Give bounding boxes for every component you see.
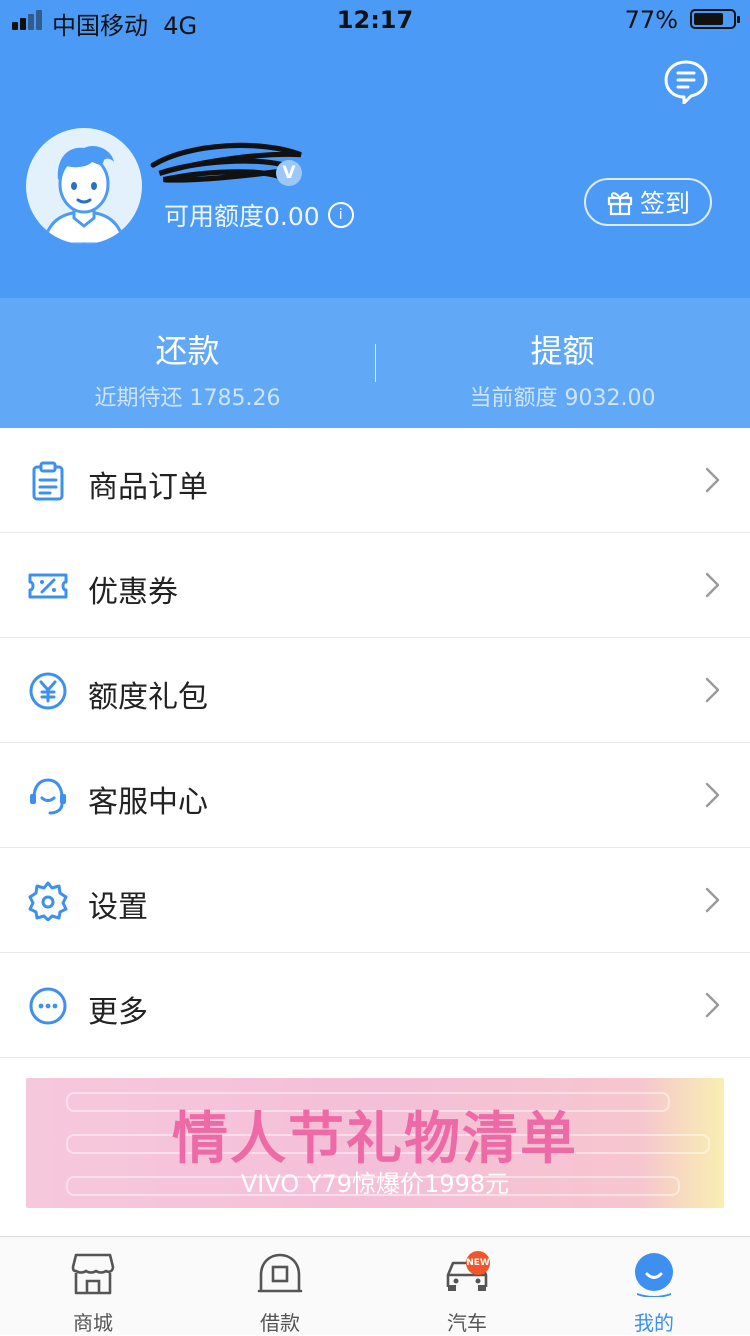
menu-item-coupons[interactable]: 优惠券 — [0, 533, 750, 638]
menu-item-label: 商品订单 — [88, 470, 208, 505]
banner-subline: VIVO Y79惊爆价1998元 — [240, 1170, 510, 1198]
raise-limit-action[interactable]: 提额 当前额度 9032.00 — [375, 298, 750, 412]
verified-badge: V — [276, 160, 302, 186]
checkin-label: 签到 — [639, 189, 690, 218]
tab-label: 汽车 — [447, 1311, 487, 1335]
coupon-icon — [28, 573, 68, 599]
raise-limit-subtitle: 当前额度 9032.00 — [469, 386, 656, 411]
quick-action-panel: 还款 近期待还 1785.26 提额 当前额度 9032.00 — [0, 298, 750, 428]
new-badge: NEW — [466, 1251, 490, 1275]
chevron-right-icon — [705, 677, 720, 703]
battery-percent: 77% — [624, 6, 678, 34]
menu-item-label: 额度礼包 — [88, 680, 208, 715]
tab-label: 商城 — [73, 1311, 113, 1335]
chevron-right-icon — [705, 572, 720, 598]
tab-bar: 商城 借款 汽车 NEW 我的 — [0, 1236, 750, 1335]
menu-item-credit-pack[interactable]: 额度礼包 — [0, 638, 750, 743]
store-icon — [71, 1253, 115, 1295]
user-avatar-icon — [42, 145, 126, 244]
menu-item-label: 更多 — [88, 995, 148, 1030]
yen-icon — [29, 672, 67, 710]
loan-icon — [257, 1253, 303, 1293]
available-credit: 可用额度0.00 i — [164, 197, 354, 233]
promo-banner[interactable]: 情人节礼物清单 VIVO Y79惊爆价1998元 — [26, 1078, 724, 1208]
headset-icon — [30, 778, 66, 815]
repay-subtitle: 近期待还 1785.26 — [94, 386, 281, 411]
chevron-right-icon — [705, 887, 720, 913]
repay-action[interactable]: 还款 近期待还 1785.26 — [0, 298, 375, 412]
banner-headline: 情人节礼物清单 — [172, 1107, 578, 1172]
raise-limit-title: 提额 — [530, 332, 595, 370]
menu-item-label: 设置 — [88, 890, 148, 925]
chevron-right-icon — [705, 467, 720, 493]
menu-item-more[interactable]: 更多 — [0, 953, 750, 1058]
clipboard-icon — [32, 461, 64, 501]
info-icon[interactable]: i — [327, 202, 354, 228]
menu-item-label: 客服中心 — [88, 785, 208, 820]
menu-item-label: 优惠券 — [88, 575, 178, 610]
gear-icon — [28, 881, 68, 921]
available-credit-text: 可用额度0.00 — [164, 202, 320, 231]
avatar[interactable] — [26, 128, 142, 244]
gift-icon — [607, 192, 633, 216]
message-icon[interactable] — [664, 60, 708, 104]
menu-item-orders[interactable]: 商品订单 — [0, 428, 750, 533]
profile-icon — [635, 1253, 673, 1297]
tab-mine[interactable]: 我的 — [561, 1237, 747, 1335]
repay-title: 还款 — [155, 332, 220, 370]
battery-icon — [690, 9, 740, 29]
status-bar: 中国移动 4G 12:17 77% — [0, 0, 750, 40]
menu-list: 商品订单 优惠券 额度礼包 客服中心 设置 更多 — [0, 428, 750, 1058]
tab-label: 我的 — [634, 1311, 674, 1335]
tab-mall[interactable]: 商城 — [0, 1237, 186, 1335]
tab-loan[interactable]: 借款 — [187, 1237, 373, 1335]
checkin-button[interactable]: 签到 — [584, 178, 712, 226]
more-icon — [29, 987, 67, 1025]
tab-car[interactable]: 汽车 — [374, 1237, 560, 1335]
chevron-right-icon — [705, 992, 720, 1018]
chevron-right-icon — [705, 782, 720, 808]
menu-item-settings[interactable]: 设置 — [0, 848, 750, 953]
menu-item-customer-service[interactable]: 客服中心 — [0, 743, 750, 848]
tab-label: 借款 — [260, 1311, 300, 1335]
